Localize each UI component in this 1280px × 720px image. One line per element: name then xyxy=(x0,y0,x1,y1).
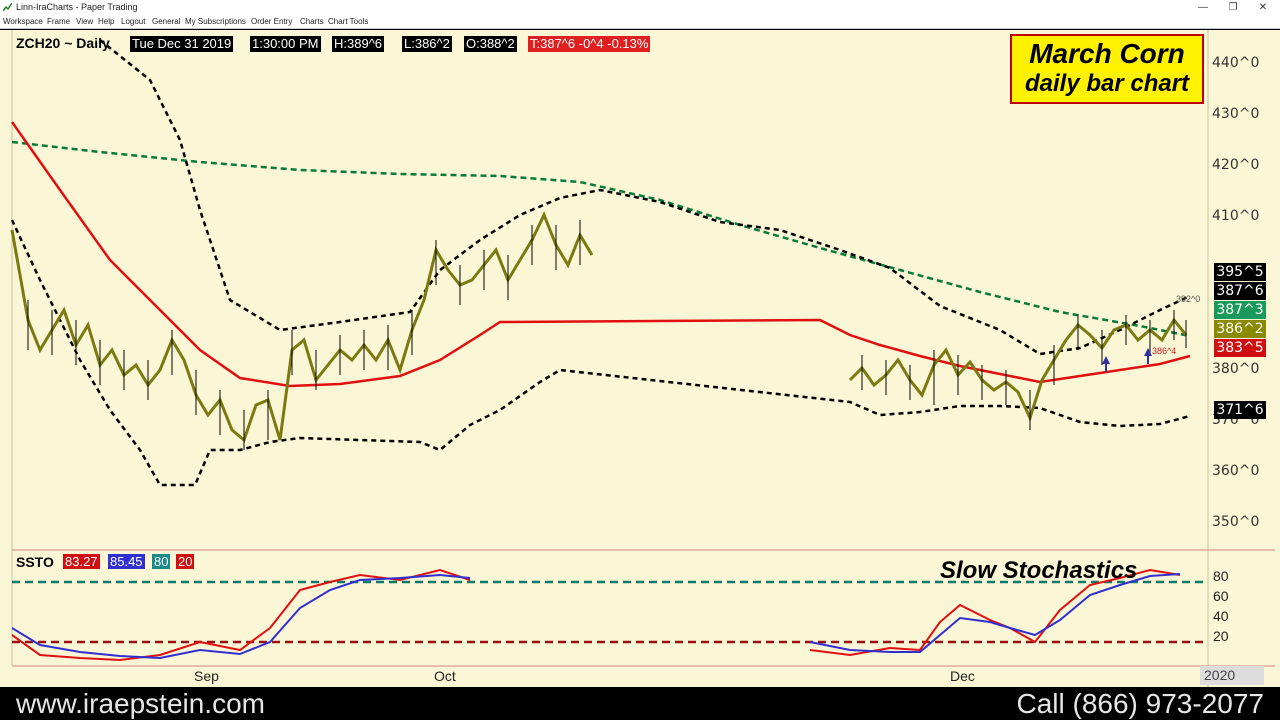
price-axis-label: 380^0 xyxy=(1212,361,1260,377)
video-footer: www.iraepstein.com Call (866) 973-2077 xyxy=(0,687,1280,720)
callout-line2: daily bar chart xyxy=(1024,70,1190,97)
maximize-button[interactable]: ❐ xyxy=(1218,0,1248,15)
ssto-k-value: 83.27 xyxy=(63,554,100,569)
menu-workspace[interactable]: Workspace xyxy=(3,17,43,26)
ssto-upper-level: 80 xyxy=(152,554,171,569)
slow-stochastics-title: Slow Stochastics xyxy=(940,557,1138,584)
menu-charts[interactable]: Charts xyxy=(300,17,324,26)
window-titlebar: Linn-IraCharts - Paper Trading — ❐ ✕ xyxy=(0,0,1280,15)
symbol-label[interactable]: ZCH20 ~ Daily xyxy=(16,35,110,51)
website-url: www.iraepstein.com xyxy=(16,688,265,719)
price-tag-upper-band: 395^5 xyxy=(1214,263,1266,281)
price-bars xyxy=(27,220,1187,450)
app-icon xyxy=(3,3,12,12)
ssto-label: SSTO xyxy=(16,554,54,570)
menu-frame[interactable]: Frame xyxy=(47,17,70,26)
price-tag-long-ma: 387^3 xyxy=(1214,301,1266,319)
price-tag-lower-band: 371^6 xyxy=(1214,401,1266,419)
high-cell: H:389^6 xyxy=(332,36,385,52)
month-label: Sep xyxy=(194,668,219,684)
annotation-lower: 386^4 xyxy=(1152,346,1177,356)
open-cell: O:388^2 xyxy=(464,36,517,52)
price-tag-price-line: 386^2 xyxy=(1214,320,1266,338)
window-title: Linn-IraCharts - Paper Trading xyxy=(16,2,138,12)
menu-chart-tools[interactable]: Chart Tools xyxy=(328,17,368,26)
price-axis-label: 350^0 xyxy=(1212,514,1260,530)
month-label: Dec xyxy=(950,668,975,684)
menu-view[interactable]: View xyxy=(76,17,93,26)
price-axis-label: 410^0 xyxy=(1212,208,1260,224)
stoch-axis-label: 80 xyxy=(1213,568,1229,584)
last-cell: T:387^6 -0^4 -0.13% xyxy=(528,36,651,52)
price-axis-label: 440^0 xyxy=(1212,55,1260,71)
time-cell: 1:30:00 PM xyxy=(250,36,321,52)
menu-help[interactable]: Help xyxy=(98,17,114,26)
ssto-lower-level: 20 xyxy=(176,554,195,569)
close-button[interactable]: ✕ xyxy=(1248,0,1278,15)
menu-my-subscriptions[interactable]: My Subscriptions xyxy=(185,17,246,26)
lower-band-line xyxy=(10,219,1191,487)
callout-line1: March Corn xyxy=(1029,38,1185,69)
ssto-d-value: 85.45 xyxy=(108,554,145,569)
price-tag-last: 387^6 xyxy=(1214,282,1266,300)
annotation-upper: 392^0 xyxy=(1176,294,1201,304)
minimize-button[interactable]: — xyxy=(1188,0,1218,15)
menu-general[interactable]: General xyxy=(152,17,180,26)
phone-number: Call (866) 973-2077 xyxy=(1016,688,1265,719)
price-axis-label: 430^0 xyxy=(1212,106,1260,122)
moving-average-line xyxy=(10,121,1191,388)
stoch-axis-label: 20 xyxy=(1213,628,1229,644)
month-label: Oct xyxy=(434,668,456,684)
date-cell: Tue Dec 31 2019 xyxy=(130,36,234,52)
menu-order-entry[interactable]: Order Entry xyxy=(251,17,292,26)
price-tag-moving-average: 383^5 xyxy=(1214,339,1266,357)
chart-area[interactable] xyxy=(0,30,1280,687)
stoch-axis-label: 60 xyxy=(1213,588,1229,604)
menu-bar: Workspace Frame View Help Logout General… xyxy=(0,15,1280,29)
menu-logout[interactable]: Logout xyxy=(121,17,145,26)
price-axis-label: 360^0 xyxy=(1212,463,1260,479)
stoch-k-line xyxy=(11,568,471,662)
price-axis-label: 420^0 xyxy=(1212,157,1260,173)
low-cell: L:386^2 xyxy=(402,36,452,52)
chart-callout: March Corn daily bar chart xyxy=(1010,34,1204,104)
stoch-axis-label: 40 xyxy=(1213,608,1229,624)
price-chart xyxy=(10,30,1275,687)
year-badge: 2020 xyxy=(1200,666,1264,685)
stoch-d-line xyxy=(11,573,471,660)
